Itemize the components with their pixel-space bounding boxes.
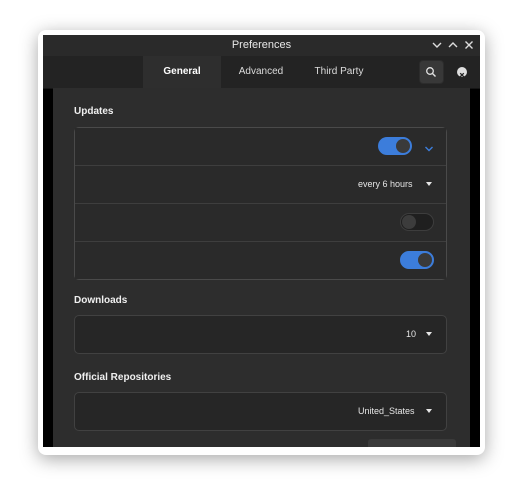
chevron-down-icon[interactable] bbox=[424, 141, 434, 152]
chevron-up-icon[interactable] bbox=[446, 38, 460, 52]
close-icon bbox=[457, 67, 467, 85]
dropdown-arrow-icon bbox=[426, 182, 432, 186]
x-icon[interactable] bbox=[462, 38, 476, 52]
window-title: Preferences bbox=[231, 39, 292, 51]
update-interval-dropdown[interactable]: every 6 hours bbox=[358, 179, 413, 189]
updates-card: every 6 hours bbox=[74, 127, 447, 280]
downloads-dropdown[interactable]: 10 bbox=[406, 329, 416, 339]
tab-advanced[interactable]: Advanced bbox=[225, 56, 297, 88]
preferences-window: Preferences General Advanced Third Party bbox=[43, 35, 480, 447]
toggle-switch[interactable] bbox=[400, 251, 434, 269]
updates-row-4 bbox=[75, 242, 446, 279]
switch-knob bbox=[396, 139, 410, 153]
updates-row-3 bbox=[75, 204, 446, 242]
dropdown-arrow-icon bbox=[426, 332, 432, 336]
updates-row-2: every 6 hours bbox=[75, 166, 446, 204]
tab-third-party[interactable]: Third Party bbox=[303, 56, 375, 88]
search-icon bbox=[425, 65, 437, 83]
tab-general[interactable]: General bbox=[143, 56, 221, 88]
scroll-overflow-item bbox=[368, 439, 456, 447]
repository-mirror-dropdown[interactable]: United_States bbox=[358, 406, 415, 416]
close-button[interactable] bbox=[457, 67, 467, 78]
downloads-card: 10 bbox=[74, 315, 447, 354]
section-title-updates: Updates bbox=[74, 106, 114, 117]
headerbar: General Advanced Third Party bbox=[43, 56, 480, 89]
switch-knob bbox=[418, 253, 432, 267]
switch-knob bbox=[402, 215, 416, 229]
repositories-card: United_States bbox=[74, 392, 447, 431]
toggle-switch[interactable] bbox=[378, 137, 412, 155]
toggle-switch[interactable] bbox=[400, 213, 434, 231]
search-button[interactable] bbox=[419, 60, 444, 84]
preferences-content: Updates every 6 hours Downloads 10 Offic… bbox=[53, 88, 470, 447]
section-title-downloads: Downloads bbox=[74, 295, 128, 306]
titlebar: Preferences bbox=[43, 35, 480, 56]
updates-row-1 bbox=[75, 128, 446, 166]
chevron-down-icon[interactable] bbox=[430, 38, 444, 52]
section-title-official-repositories: Official Repositories bbox=[74, 372, 172, 383]
dropdown-arrow-icon bbox=[426, 409, 432, 413]
